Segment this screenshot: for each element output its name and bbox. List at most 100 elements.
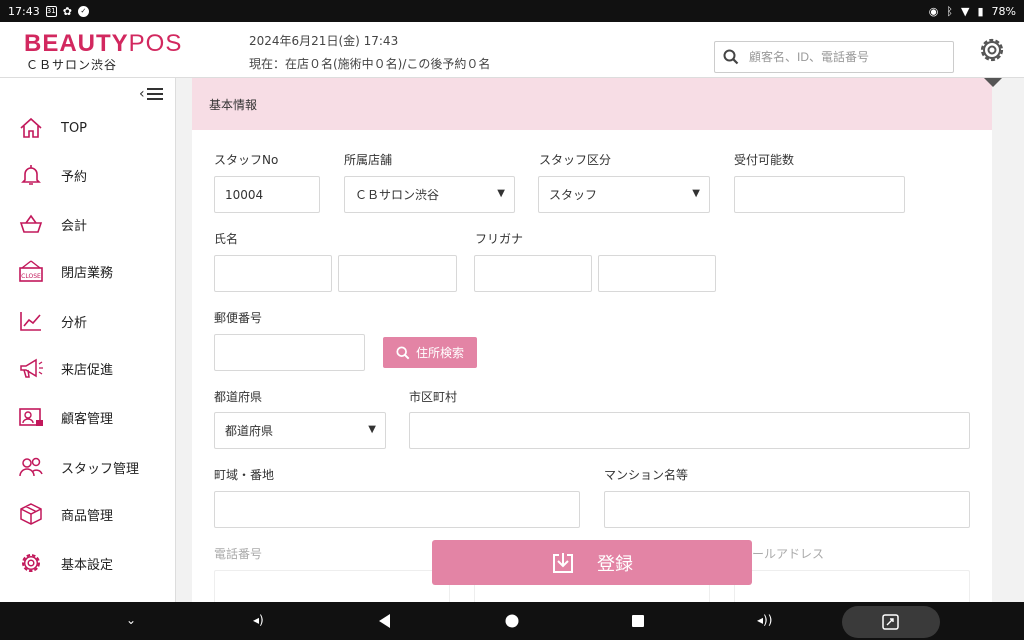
recents-icon[interactable]: [632, 615, 644, 627]
sidebar-item-analysis[interactable]: 分析: [0, 301, 175, 341]
first-name-input[interactable]: [338, 255, 457, 292]
close-sign-icon: CLOSE: [18, 258, 44, 284]
brand-logo[interactable]: BEAUTYPOS: [24, 30, 182, 58]
sidebar-item-label: 顧客管理: [61, 411, 114, 427]
bell-icon: [18, 162, 44, 188]
sidebar-item-products[interactable]: 商品管理: [0, 494, 175, 534]
prefecture-select[interactable]: 都道府県 ▼: [214, 412, 386, 449]
sidebar-item-label: 分析: [61, 315, 88, 331]
system-navigation-bar: ⌄ ◂) ◂)): [0, 602, 1024, 640]
wifi-icon: ▼: [961, 4, 970, 18]
store-label: 所属店舗: [344, 153, 393, 167]
screen-toggle-pill[interactable]: [842, 606, 940, 638]
sidebar-item-label: 商品管理: [61, 508, 114, 524]
postal-code-input[interactable]: [214, 334, 365, 371]
kana-label: フリガナ: [475, 232, 524, 246]
street-input[interactable]: [214, 491, 580, 528]
sidebar-item-label: 基本設定: [61, 557, 114, 573]
search-icon: [396, 345, 410, 359]
volume-up-icon[interactable]: ◂)): [757, 613, 772, 627]
dropdown-arrow-icon: ▼: [368, 424, 376, 435]
hamburger-icon: [146, 88, 163, 100]
section-title: 基本情報: [192, 78, 992, 130]
save-download-icon: [553, 552, 573, 573]
register-button[interactable]: 登録: [432, 540, 752, 585]
volume-down-icon[interactable]: ◂): [253, 613, 264, 627]
box-icon: [18, 501, 44, 527]
home-button-icon[interactable]: [505, 614, 519, 628]
customer-card-icon: [18, 404, 44, 430]
register-label: 登録: [597, 553, 633, 575]
staff-no-label: スタッフNo: [214, 153, 279, 167]
street-label: 町域・番地: [214, 468, 275, 482]
sidebar-item-closing[interactable]: CLOSE 閉店業務: [0, 251, 175, 291]
menu-collapse-button[interactable]: ‹: [139, 84, 169, 104]
alarm-icon: ◉: [928, 4, 939, 18]
email-input[interactable]: [734, 570, 970, 602]
postal-code-label: 郵便番号: [214, 311, 263, 325]
staff-type-select[interactable]: スタッフ ▼: [538, 176, 710, 213]
sidebar-item-promotion[interactable]: 来店促進: [0, 348, 175, 388]
rotate-screen-icon: [882, 614, 899, 630]
basket-icon: [18, 211, 44, 237]
city-input[interactable]: [409, 412, 970, 449]
calendar-icon: 31: [45, 5, 57, 17]
sidebar-item-label: 会計: [61, 218, 88, 234]
sidebar-item-label: 予約: [61, 169, 88, 185]
back-icon[interactable]: [379, 614, 391, 628]
sidebar-item-customers[interactable]: 顧客管理: [0, 397, 175, 437]
prefecture-label: 都道府県: [214, 390, 263, 404]
sidebar-item-staff[interactable]: スタッフ管理: [0, 447, 175, 487]
last-name-input[interactable]: [214, 255, 332, 292]
staff-type-select-value: スタッフ: [549, 188, 598, 202]
city-label: 市区町村: [409, 390, 458, 404]
sidebar-item-checkout[interactable]: 会計: [0, 204, 175, 244]
sidebar-item-reservation[interactable]: 予約: [0, 155, 175, 195]
battery-level: 78%: [991, 4, 1016, 18]
sidebar-item-label: TOP: [61, 120, 88, 136]
chevron-left-icon: ‹: [139, 86, 145, 102]
staff-form-panel: 基本情報 スタッフNo 10004 所属店舗 ＣＢサロン渋谷 ▼ スタッフ区分 …: [192, 78, 992, 602]
staff-type-label: スタッフ区分: [539, 153, 612, 167]
sidebar-item-settings[interactable]: 基本設定: [0, 543, 175, 583]
battery-icon: ▮: [977, 4, 984, 18]
store-select-value: ＣＢサロン渋谷: [355, 188, 440, 202]
staff-icon: [18, 454, 44, 480]
collapse-triangle-icon[interactable]: [984, 78, 1002, 87]
store-select[interactable]: ＣＢサロン渋谷 ▼: [344, 176, 515, 213]
name-label: 氏名: [214, 232, 239, 246]
first-name-kana-input[interactable]: [598, 255, 716, 292]
sidebar-item-label: 閉店業務: [61, 265, 114, 281]
current-datetime: 2024年6月21日(金) 17:43: [249, 34, 399, 48]
dropdown-arrow-icon: ▼: [497, 188, 505, 199]
bluetooth-icon: ᛒ: [946, 4, 954, 18]
settings-gear-icon[interactable]: [976, 34, 1008, 66]
chevron-down-icon[interactable]: ⌄: [126, 613, 136, 627]
store-status: 現在：在店０名(施術中０名)/この後予約０名: [249, 57, 491, 71]
check-icon: ✓: [77, 5, 89, 17]
customer-search-box[interactable]: [714, 41, 954, 73]
last-name-kana-input[interactable]: [474, 255, 592, 292]
search-input[interactable]: [749, 50, 939, 64]
sidebar-item-label: 来店促進: [61, 362, 114, 378]
staff-no-input[interactable]: 10004: [214, 176, 320, 213]
store-name: ＣＢサロン渋谷: [26, 58, 118, 72]
address-search-button[interactable]: 住所検索: [383, 337, 477, 368]
home-icon: [18, 115, 44, 141]
phone-input[interactable]: [214, 570, 450, 602]
search-icon: [723, 49, 739, 65]
prefecture-select-value: 都道府県: [225, 424, 274, 438]
address-search-label: 住所検索: [415, 346, 464, 360]
gear-icon: [18, 550, 44, 576]
sidebar-item-label: スタッフ管理: [61, 461, 140, 477]
building-input[interactable]: [604, 491, 970, 528]
app-header: BEAUTYPOS ＣＢサロン渋谷 2024年6月21日(金) 17:43 現在…: [0, 22, 1024, 78]
clock: 17:43: [8, 4, 40, 18]
sidebar-item-top[interactable]: TOP: [0, 108, 175, 148]
svg-text:CLOSE: CLOSE: [21, 273, 41, 280]
fan-icon: ✿: [62, 4, 72, 18]
building-label: マンション名等: [604, 468, 689, 482]
status-bar: 17:43 31 ✿ ✓ ◉ ᛒ ▼ ▮ 78%: [0, 0, 1024, 22]
sidebar: ‹ TOP 予約 会計 CLOSE 閉店業務 分析 来店促進 顧客管理 スタッフ…: [0, 78, 176, 602]
reception-count-input[interactable]: [734, 176, 905, 213]
